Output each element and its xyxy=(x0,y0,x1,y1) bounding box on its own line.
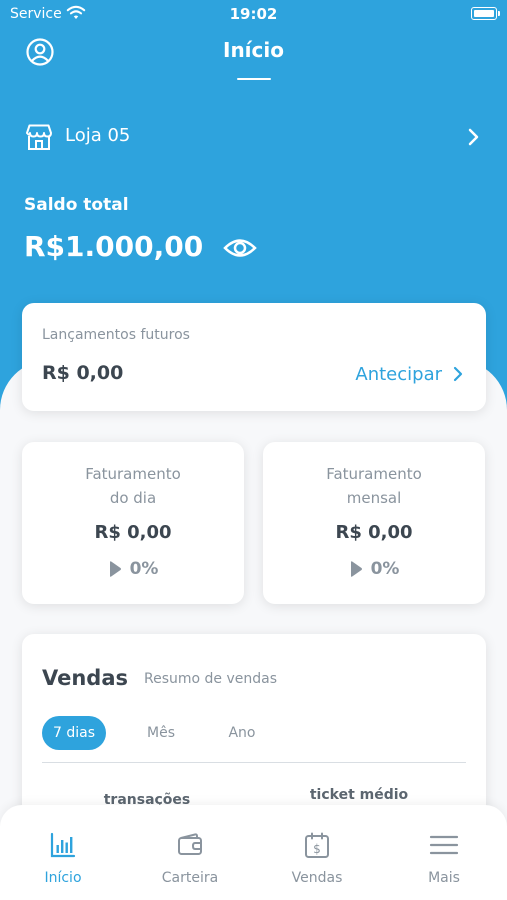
daily-billing-change: 0% xyxy=(22,559,244,579)
monthly-billing-card: Faturamento mensal R$ 0,00 0% xyxy=(263,442,485,604)
period-month-tab[interactable]: Mês xyxy=(136,716,186,750)
battery-icon xyxy=(471,7,497,20)
daily-billing-title: Faturamento do dia xyxy=(22,462,244,510)
period-7-days-tab[interactable]: 7 dias xyxy=(42,716,106,750)
menu-icon xyxy=(429,835,459,855)
tab-label: Início xyxy=(44,870,82,886)
tab-label: Carteira xyxy=(161,870,219,886)
bottom-tab-bar: Início Carteira $ Vendas Mais xyxy=(0,805,507,900)
daily-billing-value: R$ 0,00 xyxy=(94,522,172,543)
tab-carteira[interactable]: Carteira xyxy=(127,805,253,900)
anticipate-label: Antecipar xyxy=(355,363,442,385)
calendar-dollar-icon: $ xyxy=(305,832,329,858)
store-selector[interactable]: Loja 05 xyxy=(24,120,484,156)
tab-vendas[interactable]: $ Vendas xyxy=(254,805,380,900)
tab-inicio[interactable]: Início xyxy=(0,805,126,900)
trend-triangle-icon xyxy=(109,561,121,577)
page-title: Início xyxy=(223,38,284,62)
future-releases-value: R$ 0,00 xyxy=(42,362,124,384)
wallet-icon xyxy=(178,833,202,855)
daily-billing-title-line2: do dia xyxy=(109,489,157,507)
monthly-billing-change: 0% xyxy=(263,559,485,579)
store-icon xyxy=(26,124,52,150)
battery-tip xyxy=(498,11,500,16)
balance-label: Saldo total xyxy=(24,195,129,215)
future-releases-card: Lançamentos futuros R$ 0,00 Antecipar xyxy=(22,303,486,411)
daily-billing-card: Faturamento do dia R$ 0,00 0% xyxy=(22,442,244,604)
store-name: Loja 05 xyxy=(65,125,131,146)
sales-title: Vendas xyxy=(42,666,128,690)
trend-triangle-icon xyxy=(350,561,362,577)
daily-billing-change-value: 0% xyxy=(129,559,159,579)
daily-billing-title-line1: Faturamento xyxy=(85,465,181,483)
eye-icon[interactable] xyxy=(222,233,258,263)
monthly-billing-change-value: 0% xyxy=(370,559,400,579)
divider xyxy=(42,762,466,763)
tab-label: Mais xyxy=(428,870,460,886)
monthly-billing-title-line1: Faturamento xyxy=(326,465,422,483)
title-underline xyxy=(237,78,271,80)
clock: 19:02 xyxy=(229,5,278,23)
period-year-tab[interactable]: Ano xyxy=(218,716,266,750)
monthly-billing-title: Faturamento mensal xyxy=(263,462,485,510)
bar-chart-icon xyxy=(50,832,76,858)
status-bar: Service 19:02 xyxy=(0,0,507,30)
anticipate-button[interactable]: Antecipar xyxy=(355,361,464,387)
chevron-right-icon[interactable] xyxy=(462,125,484,149)
tab-mais[interactable]: Mais xyxy=(381,805,507,900)
monthly-billing-value: R$ 0,00 xyxy=(335,522,413,543)
average-ticket-label: ticket médio xyxy=(309,787,409,803)
svg-text:$: $ xyxy=(313,842,321,856)
chevron-right-icon xyxy=(453,366,463,382)
tab-label: Vendas xyxy=(291,870,343,886)
balance-value: R$1.000,00 xyxy=(24,230,204,263)
monthly-billing-title-line2: mensal xyxy=(346,489,402,507)
sales-subtitle: Resumo de vendas xyxy=(144,671,278,687)
future-releases-label: Lançamentos futuros xyxy=(42,327,190,343)
